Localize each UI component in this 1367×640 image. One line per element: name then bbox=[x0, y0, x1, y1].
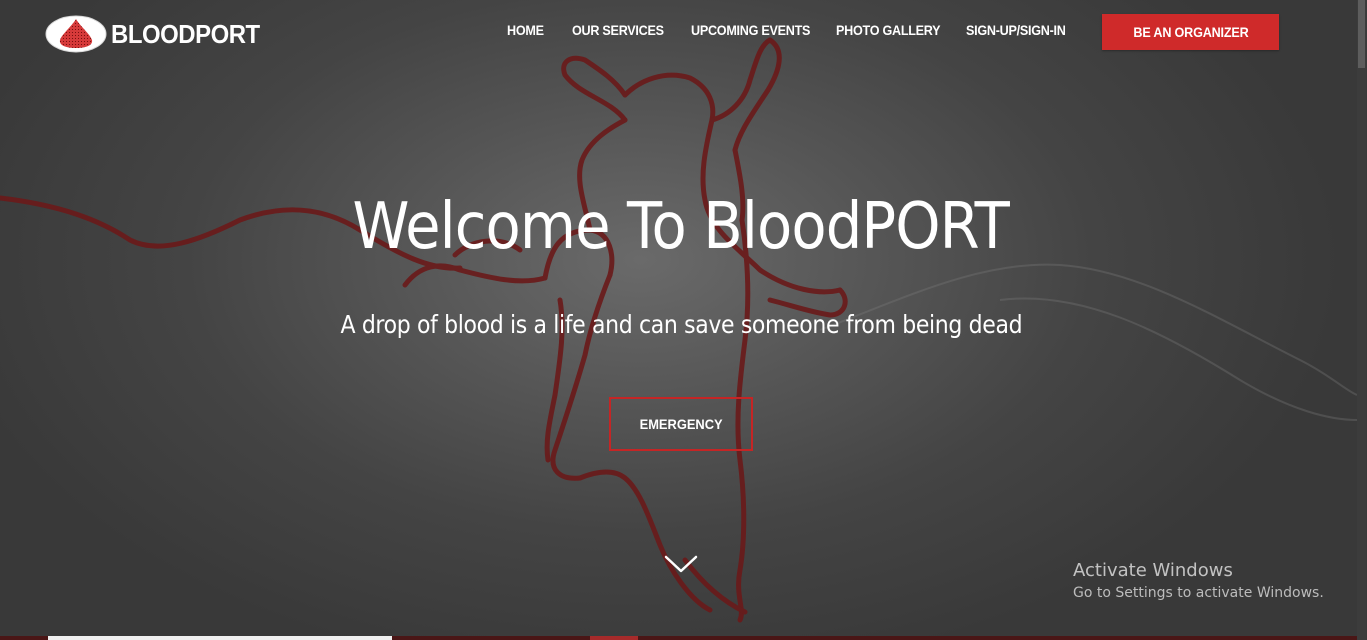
watermark-line-2: Go to Settings to activate Windows. bbox=[1073, 585, 1324, 601]
next-section-edge bbox=[0, 636, 1357, 640]
be-an-organizer-button[interactable]: BE AN ORGANIZER bbox=[1102, 14, 1279, 50]
hero-subtitle-text: A drop of blood is a life and can save s… bbox=[340, 310, 1022, 339]
emergency-button[interactable]: EMERGENCY bbox=[609, 397, 753, 451]
emergency-button-label: EMERGENCY bbox=[639, 416, 723, 432]
nav-item-home[interactable]: HOME bbox=[507, 22, 544, 38]
nav-item-photo-gallery[interactable]: PHOTO GALLERY bbox=[836, 22, 941, 38]
nav-item-sign-up-sign-in[interactable]: SIGN-UP/SIGN-IN bbox=[966, 22, 1066, 38]
watermark-line-1: Activate Windows bbox=[1073, 560, 1233, 581]
next-section-white-block bbox=[48, 636, 392, 640]
be-an-organizer-label: BE AN ORGANIZER bbox=[1132, 24, 1249, 40]
nav-item-our-services[interactable]: OUR SERVICES bbox=[572, 22, 664, 38]
next-section-red-block bbox=[590, 636, 638, 640]
nav-item-upcoming-events[interactable]: UPCOMING EVENTS bbox=[691, 22, 810, 38]
windows-activation-watermark: Activate Windows Go to Settings to activ… bbox=[1073, 560, 1324, 601]
hero-title: Welcome To BloodPORT bbox=[0, 190, 1362, 264]
chevron-down-icon[interactable] bbox=[663, 552, 699, 576]
hero-title-text: Welcome To BloodPORT bbox=[352, 190, 1010, 264]
hero-subtitle: A drop of blood is a life and can save s… bbox=[0, 310, 1362, 339]
